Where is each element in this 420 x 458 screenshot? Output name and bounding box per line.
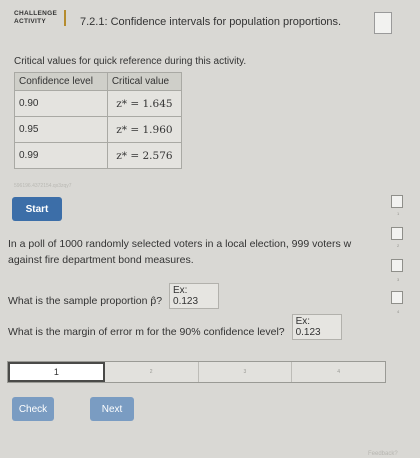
activity-id-text: 596196.4372154.qx3zqy7	[14, 183, 72, 189]
table-header-row: Confidence level Critical value	[14, 72, 183, 91]
critical-value-cell: z* = 1.960	[106, 116, 183, 143]
bookmark-icon[interactable]	[374, 12, 392, 34]
level-3-icon[interactable]	[391, 259, 403, 272]
activity-header: CHALLENGE ACTIVITY 7.2.1: Confidence int…	[0, 0, 420, 44]
header-confidence-level: Confidence level	[14, 72, 108, 91]
critical-values-table: Confidence level Critical value 0.90 z* …	[14, 72, 183, 169]
progress-step-1[interactable]: 1	[8, 362, 105, 382]
question-sample-proportion: What is the sample proportion p̂? Ex: 0.…	[8, 283, 220, 309]
confidence-level-cell: 0.95	[14, 116, 108, 143]
sample-proportion-label: What is the sample proportion p̂?	[8, 295, 163, 307]
question-prompt: In a poll of 1000 randomly selected vote…	[8, 238, 352, 266]
progress-step-3[interactable]: 3	[199, 362, 293, 382]
badge-line1: CHALLENGE	[14, 10, 58, 17]
progress-step-2[interactable]: 2	[105, 362, 199, 382]
critical-value-cell: z* = 2.576	[106, 142, 183, 169]
next-button[interactable]: Next	[90, 397, 134, 421]
table-row: 0.90 z* = 1.645	[14, 90, 183, 117]
confidence-level-cell: 0.90	[14, 90, 108, 117]
level-2-number: 2	[397, 243, 400, 248]
question-margin-of-error: What is the margin of error m for the 90…	[8, 314, 342, 340]
level-3-number: 3	[397, 277, 400, 282]
margin-of-error-label: What is the margin of error m for the 90…	[8, 326, 285, 338]
level-2-icon[interactable]	[391, 227, 403, 240]
challenge-activity-badge: CHALLENGE ACTIVITY	[14, 10, 66, 26]
table-row: 0.99 z* = 2.576	[14, 142, 183, 169]
confidence-level-cell: 0.99	[14, 142, 108, 169]
critical-value-cell: z* = 1.645	[106, 90, 183, 117]
progress-bar: 1 2 3 4	[7, 361, 386, 383]
progress-step-4[interactable]: 4	[292, 362, 385, 382]
level-4-icon[interactable]	[391, 291, 403, 304]
sample-proportion-input[interactable]: Ex: 0.123	[169, 283, 220, 309]
level-1-number: 1	[397, 211, 400, 216]
header-critical-value: Critical value	[106, 72, 183, 91]
badge-line2: ACTIVITY	[14, 18, 47, 25]
reference-subtitle: Critical values for quick reference duri…	[14, 56, 247, 67]
margin-of-error-input[interactable]: Ex: 0.123	[291, 314, 342, 340]
table-row: 0.95 z* = 1.960	[14, 116, 183, 143]
check-button[interactable]: Check	[12, 397, 54, 421]
feedback-link[interactable]: Feedback?	[368, 451, 398, 457]
level-4-number: 4	[397, 309, 400, 314]
start-button[interactable]: Start	[12, 197, 62, 221]
level-1-icon[interactable]	[391, 195, 403, 208]
activity-title: 7.2.1: Confidence intervals for populati…	[80, 16, 342, 28]
